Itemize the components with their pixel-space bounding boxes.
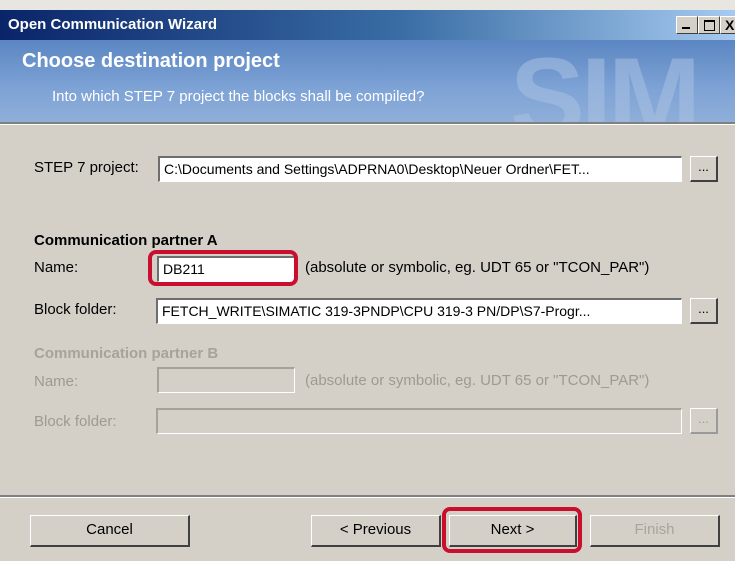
header-divider [0,122,735,125]
partner-a-name-label: Name: [34,259,79,276]
name-highlight-box [148,250,298,286]
step-subtitle: Into which STEP 7 project the blocks sha… [52,88,425,105]
cancel-button[interactable]: Cancel [30,515,190,547]
partner-a-browse-button[interactable]: ... [690,298,718,324]
project-browse-button[interactable]: ... [690,156,718,182]
partner-a-folder-label: Block folder: [34,301,117,318]
project-path-field[interactable]: C:\Documents and Settings\ADPRNA0\Deskto… [158,156,682,182]
partner-b-name-input [157,367,295,393]
wizard-header: SIM Choose destination project Into whic… [0,40,735,122]
previous-button[interactable]: < Previous [311,515,441,547]
partner-b-heading: Communication partner B [34,345,219,362]
close-icon: X [725,17,735,33]
partner-a-heading: Communication partner A [34,232,218,249]
finish-button: Finish [590,515,720,547]
partner-b-name-hint: (absolute or symbolic, eg. UDT 65 or "TC… [305,372,650,389]
partner-b-browse-button: ... [690,408,718,434]
maximize-button[interactable] [698,16,720,34]
background-strip [0,0,735,10]
footer-divider [0,495,735,498]
next-highlight-box [442,507,582,553]
partner-b-name-label: Name: [34,373,79,390]
simatic-watermark: SIM [510,40,701,123]
step-title: Choose destination project [22,50,280,72]
project-label: STEP 7 project: [34,159,139,176]
partner-a-name-hint: (absolute or symbolic, eg. UDT 65 or "TC… [305,259,650,276]
title-bar: Open Communication Wizard X [0,10,735,40]
partner-b-folder-field [156,408,682,434]
close-button[interactable]: X [720,16,735,34]
partner-b-folder-label: Block folder: [34,413,117,430]
wizard-window: Open Communication Wizard X SIM Choose d… [0,0,735,561]
minimize-button[interactable] [676,16,698,34]
window-title: Open Communication Wizard [8,16,218,33]
partner-a-folder-field[interactable]: FETCH_WRITE\SIMATIC 319-3PNDP\CPU 319-3 … [156,298,682,324]
